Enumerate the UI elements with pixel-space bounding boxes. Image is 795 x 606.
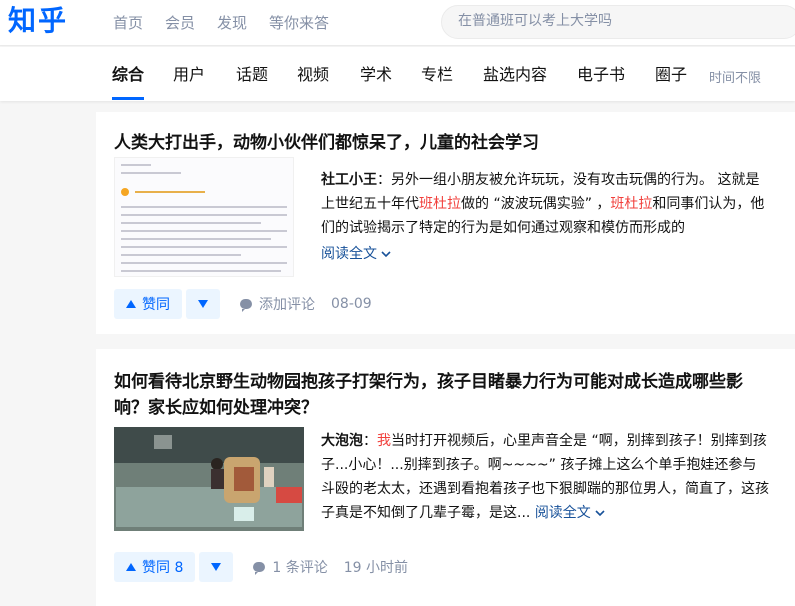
triangle-down-icon	[211, 563, 222, 571]
result-actions: 赞同 添加评论 08-09	[114, 289, 372, 319]
triangle-down-icon	[198, 300, 208, 308]
nav-home[interactable]: 首页	[113, 13, 143, 33]
excerpt-text: 做的 “波波玩偶实验” ，	[461, 196, 611, 212]
chevron-down-icon	[381, 251, 392, 258]
result-excerpt[interactable]: 社工小王：另外一组小朋友被允许玩玩，没有攻击玩偶的行为。 这就是上世纪五十年代班…	[321, 168, 769, 266]
video-frame-image	[114, 427, 304, 531]
result-thumbnail[interactable]	[114, 157, 294, 277]
author-name[interactable]: 社工小王	[321, 172, 377, 188]
downvote-button[interactable]	[186, 289, 220, 319]
nav-discover[interactable]: 发现	[217, 13, 247, 33]
result-title[interactable]: 如何看待北京野生动物园抱孩子打架行为，孩子目睹暴力行为可能对成长造成哪些影响？家…	[114, 369, 769, 421]
triangle-up-icon	[126, 563, 136, 571]
comment-label: 1 条评论	[272, 560, 328, 576]
tab-topics[interactable]: 话题	[236, 64, 268, 86]
main-nav: 首页 会员 发现 等你来答	[113, 13, 351, 33]
search-result-card: 人类大打出手，动物小伙伴们都惊呆了，儿童的社会学习 社工小王：另外一组小朋友被允…	[96, 112, 795, 334]
read-more-link[interactable]: 阅读全文	[321, 246, 392, 262]
author-colon: ：	[363, 433, 377, 449]
search-result-card: 如何看待北京野生动物园抱孩子打架行为，孩子目睹暴力行为可能对成长造成哪些影响？家…	[96, 349, 795, 606]
tab-salt-content[interactable]: 盐选内容	[483, 64, 547, 86]
result-date: 19 小时前	[343, 560, 408, 576]
highlight-keyword: 班杜拉	[610, 196, 653, 212]
active-tab-indicator	[112, 97, 144, 100]
result-actions: 赞同 8 1 条评论 19 小时前	[114, 552, 408, 582]
sun-icon	[121, 188, 129, 196]
search-box[interactable]	[441, 5, 795, 39]
triangle-up-icon	[126, 300, 136, 308]
tab-users[interactable]: 用户	[173, 64, 205, 86]
upvote-label: 赞同 8	[142, 560, 184, 576]
nav-waiting-answers[interactable]: 等你来答	[269, 13, 329, 33]
highlight-keyword: 我	[377, 433, 391, 449]
time-filter[interactable]: 时间不限	[709, 67, 761, 86]
tab-ebooks[interactable]: 电子书	[577, 64, 625, 86]
zhihu-logo[interactable]: 知乎	[8, 3, 68, 39]
comment-label: 添加评论	[259, 297, 315, 313]
result-excerpt[interactable]: 大泡泡：我当时打开视频后，心里声音全是 “啊，别摔到孩子！别摔到孩子...小心！…	[321, 429, 769, 525]
author-name[interactable]: 大泡泡	[321, 433, 363, 449]
tab-academic[interactable]: 学术	[360, 64, 392, 86]
comment-button[interactable]: 添加评论	[240, 294, 315, 314]
video-thumbnail[interactable]	[114, 427, 304, 531]
nav-membership[interactable]: 会员	[165, 13, 195, 33]
upvote-button[interactable]: 赞同 8	[114, 552, 196, 582]
result-date: 08-09	[331, 296, 372, 312]
downvote-button[interactable]	[199, 552, 234, 582]
comment-button[interactable]: 1 条评论	[253, 557, 328, 577]
upvote-label: 赞同	[142, 297, 170, 313]
top-header: 知乎 首页 会员 发现 等你来答	[0, 0, 795, 46]
highlight-keyword: 班杜拉	[419, 196, 461, 212]
comment-icon	[253, 562, 266, 575]
result-title[interactable]: 人类大打出手，动物小伙伴们都惊呆了，儿童的社会学习	[114, 130, 784, 156]
tab-columns[interactable]: 专栏	[421, 64, 453, 86]
read-more-link[interactable]: 阅读全文	[535, 505, 605, 521]
search-input[interactable]	[458, 13, 778, 29]
chevron-down-icon	[595, 510, 605, 517]
upvote-button[interactable]: 赞同	[114, 289, 182, 319]
comment-icon	[240, 299, 252, 312]
search-type-tabs: 综合 用户 话题 视频 学术 专栏 盐选内容 电子书 圈子 时间不限	[0, 47, 795, 101]
author-colon: ：	[377, 172, 391, 188]
tab-videos[interactable]: 视频	[297, 64, 329, 86]
tab-circles[interactable]: 圈子	[655, 64, 687, 86]
tab-comprehensive[interactable]: 综合	[112, 64, 144, 86]
